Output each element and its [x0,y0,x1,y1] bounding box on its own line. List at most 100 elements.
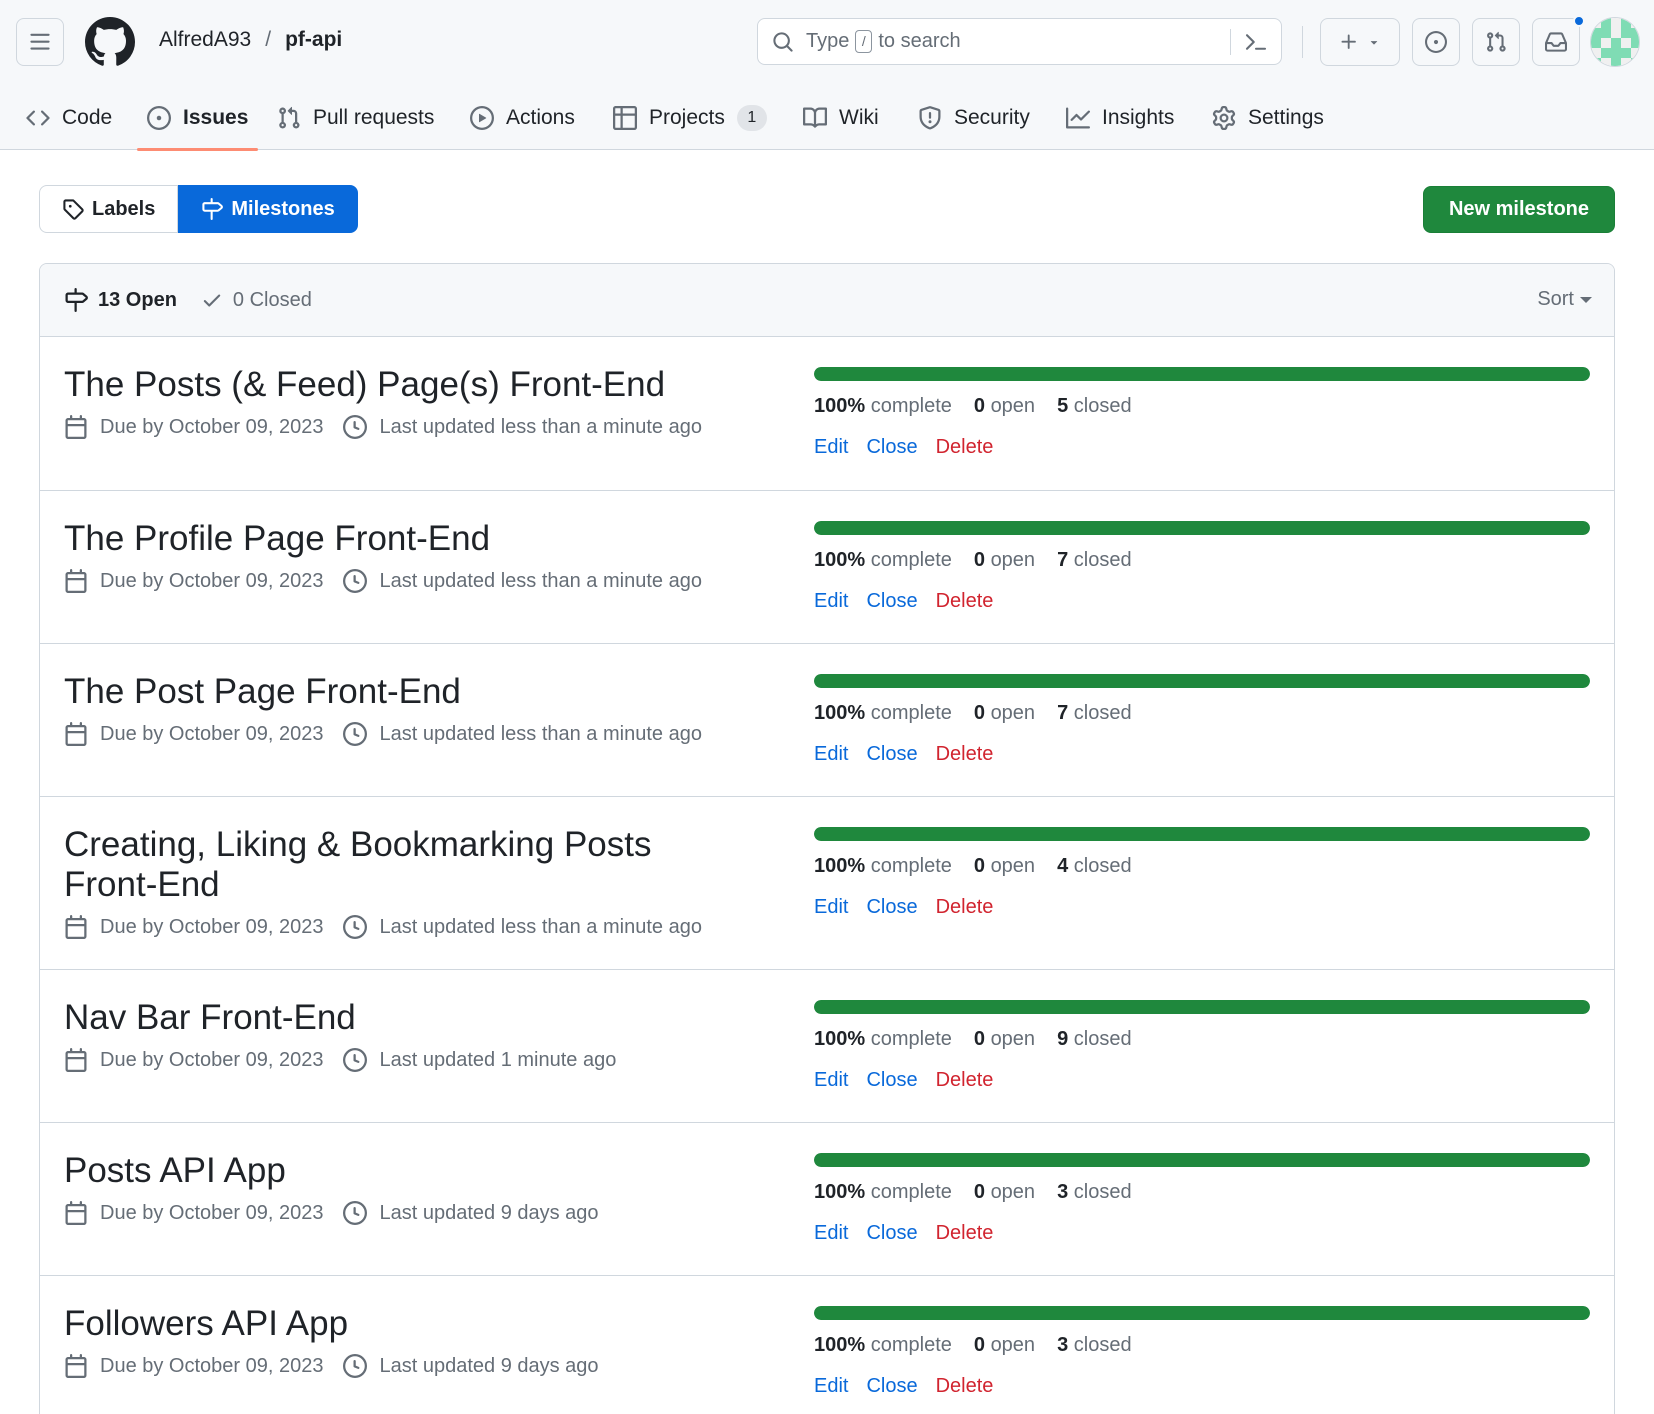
milestone-row: The Post Page Front-End Due by October 0… [40,644,1614,797]
milestone-actions: Edit Close Delete [814,896,1590,919]
close-link[interactable]: Close [866,436,917,459]
milestone-title[interactable]: Followers API App [64,1304,764,1344]
tab-security[interactable]: Security [918,86,1030,150]
milestone-info: Creating, Liking & Bookmarking Posts Fro… [64,825,764,939]
close-link[interactable]: Close [866,1375,917,1398]
close-link[interactable]: Close [866,743,917,766]
milestone-progress: 100% complete 0 open 7 closed Edit Close… [814,674,1590,766]
edit-link[interactable]: Edit [814,1375,848,1398]
tab-actions[interactable]: Actions [470,86,575,150]
git-pull-request-icon [1487,31,1506,52]
milestone-title[interactable]: The Post Page Front-End [64,672,764,712]
last-updated-text: Last updated less than a minute ago [379,915,702,938]
closed-issues-link[interactable]: 3 closed [1057,1334,1132,1357]
calendar-icon [65,415,87,439]
close-link[interactable]: Close [866,1069,917,1092]
tab-pull-requests[interactable]: Pull requests [277,86,434,150]
github-logo-icon[interactable] [85,17,135,67]
your-pull-requests-button[interactable] [1472,18,1520,66]
milestone-meta: Due by October 09, 2023 Last updated les… [64,722,764,746]
tab-insights[interactable]: Insights [1066,86,1174,150]
edit-link[interactable]: Edit [814,896,848,919]
edit-link[interactable]: Edit [814,590,848,613]
milestone-info: Nav Bar Front-End Due by October 09, 202… [64,998,764,1072]
open-issues-link[interactable]: 0 open [974,1028,1035,1051]
milestones-link[interactable]: Milestones [178,185,358,233]
milestone-progress: 100% complete 0 open 3 closed Edit Close… [814,1306,1590,1398]
clock-icon [343,722,368,746]
open-issues-link[interactable]: 0 open [974,549,1035,572]
open-count-label: 13 Open [98,288,177,311]
closed-issues-link[interactable]: 9 closed [1057,1028,1132,1051]
close-link[interactable]: Close [866,590,917,613]
tab-settings-label: Settings [1248,106,1324,129]
milestone-actions: Edit Close Delete [814,743,1590,766]
clock-icon [343,1201,368,1225]
search-input[interactable]: Type / to search [757,18,1282,65]
delete-link[interactable]: Delete [936,1222,994,1245]
closed-issues-link[interactable]: 7 closed [1057,549,1132,572]
closed-issues-link[interactable]: 7 closed [1057,702,1132,725]
milestone-stats: 100% complete 0 open 7 closed [814,549,1590,572]
open-milestones-filter[interactable]: 13 Open [64,288,177,312]
milestone-actions: Edit Close Delete [814,590,1590,613]
sort-dropdown[interactable]: Sort [1537,288,1592,311]
milestone-info: The Profile Page Front-End Due by Octobe… [64,519,764,593]
clock-icon [343,1354,368,1378]
tab-projects[interactable]: Projects 1 [613,86,767,150]
tag-icon [63,199,84,220]
open-issues-link[interactable]: 0 open [974,702,1035,725]
milestone-title[interactable]: The Profile Page Front-End [64,519,764,559]
close-link[interactable]: Close [866,1222,917,1245]
milestone-list-header: 13 Open 0 Closed Sort [40,264,1614,337]
search-icon [773,31,793,52]
delete-link[interactable]: Delete [936,1375,994,1398]
open-issues-link[interactable]: 0 open [974,1181,1035,1204]
delete-link[interactable]: Delete [936,743,994,766]
create-new-button[interactable] [1320,18,1400,66]
tab-issues[interactable]: Issues [136,86,259,151]
milestone-row: The Posts (& Feed) Page(s) Front-End Due… [40,337,1614,491]
new-milestone-button[interactable]: New milestone [1423,186,1615,233]
labels-link[interactable]: Labels [39,185,179,233]
milestone-title[interactable]: Posts API App [64,1151,764,1191]
notifications-button[interactable] [1532,15,1585,66]
edit-link[interactable]: Edit [814,743,848,766]
milestone-stats: 100% complete 0 open 4 closed [814,855,1590,878]
tab-settings[interactable]: Settings [1212,86,1324,150]
issue-opened-icon [1425,31,1447,53]
tab-wiki[interactable]: Wiki [803,86,879,150]
delete-link[interactable]: Delete [936,1069,994,1092]
delete-link[interactable]: Delete [936,436,994,459]
edit-link[interactable]: Edit [814,1069,848,1092]
command-palette-icon[interactable] [1243,30,1269,54]
projects-counter: 1 [736,105,767,131]
close-link[interactable]: Close [866,896,917,919]
milestone-title[interactable]: The Posts (& Feed) Page(s) Front-End [64,365,764,405]
edit-link[interactable]: Edit [814,436,848,459]
milestone-title[interactable]: Nav Bar Front-End [64,998,764,1038]
open-issues-link[interactable]: 0 open [974,395,1035,418]
repo-owner-link[interactable]: AlfredA93 [159,28,251,52]
closed-issues-link[interactable]: 3 closed [1057,1181,1132,1204]
open-issues-link[interactable]: 0 open [974,1334,1035,1357]
edit-link[interactable]: Edit [814,1222,848,1245]
menu-button[interactable] [16,18,64,66]
open-issues-link[interactable]: 0 open [974,855,1035,878]
tab-code[interactable]: Code [26,86,112,150]
repo-navigation: Code Issues Pull requests Actions Projec… [0,86,1654,151]
milestone-title[interactable]: Creating, Liking & Bookmarking Posts Fro… [64,825,704,905]
last-updated: Last updated 1 minute ago [343,1048,616,1072]
progress-bar [814,521,1590,535]
delete-link[interactable]: Delete [936,590,994,613]
repo-name-link[interactable]: pf-api [285,28,342,52]
delete-link[interactable]: Delete [936,896,994,919]
last-updated-text: Last updated less than a minute ago [379,722,702,745]
avatar[interactable] [1590,17,1640,67]
closed-issues-link[interactable]: 4 closed [1057,855,1132,878]
closed-milestones-filter[interactable]: 0 Closed [201,289,312,312]
closed-issues-link[interactable]: 5 closed [1057,395,1132,418]
labels-milestones-subnav: Labels Milestones [39,185,358,233]
your-issues-button[interactable] [1412,18,1460,66]
due-date-text: Due by October 09, 2023 [100,1201,324,1224]
